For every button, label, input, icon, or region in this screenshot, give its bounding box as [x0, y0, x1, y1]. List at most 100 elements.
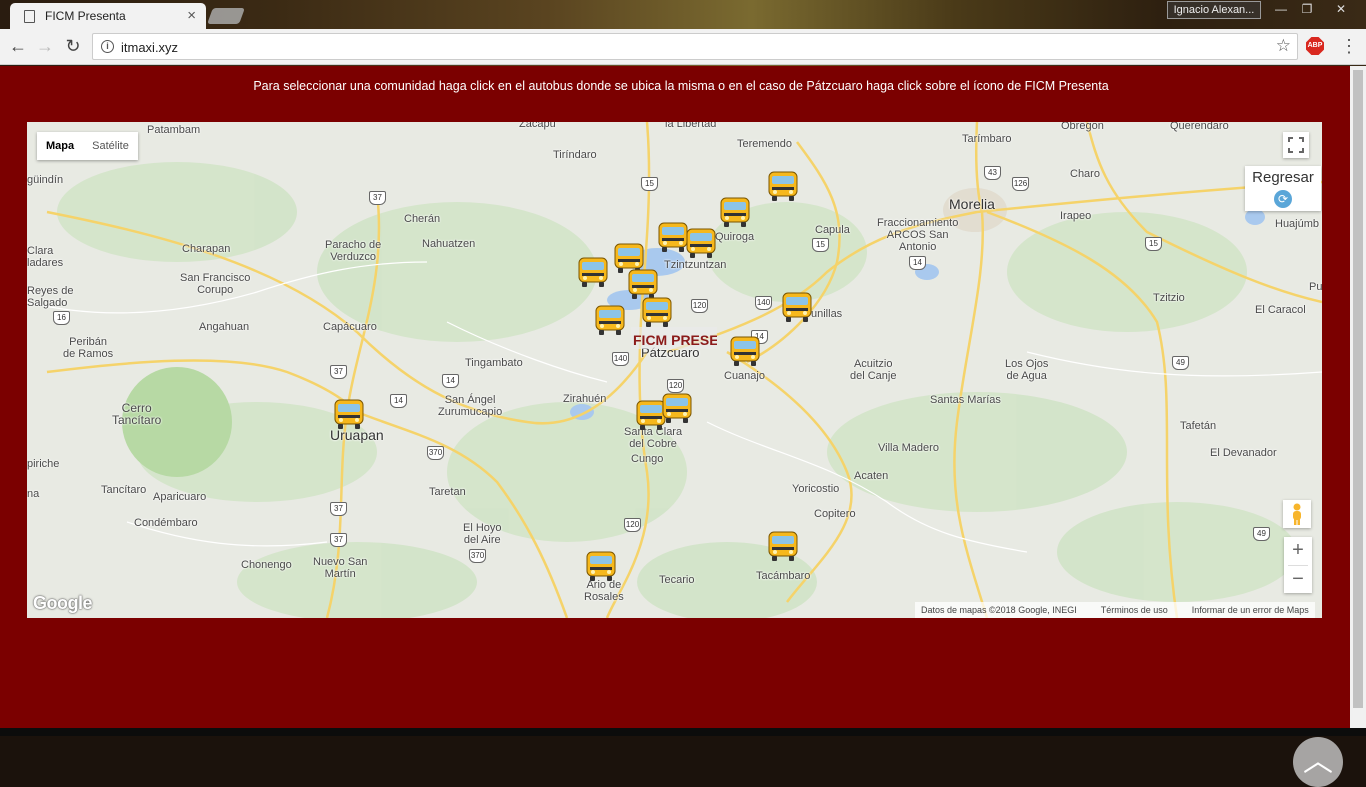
report-error-link[interactable]: Informar de un error de Maps [1192, 602, 1309, 618]
tab-close-icon[interactable]: × [187, 7, 196, 24]
route-shield: 140 [612, 352, 629, 366]
map-container[interactable]: Patambam Zacapu la Libertad Teremendo Ta… [27, 122, 1322, 618]
browser-chrome: FICM Presenta × Ignacio Alexan... — ❐ ✕ … [0, 0, 1366, 66]
place-label: Obregon [1061, 122, 1104, 132]
route-shield: 43 [984, 166, 1001, 180]
route-shield: 37 [330, 502, 347, 516]
fullscreen-icon [1288, 137, 1304, 153]
os-taskbar [0, 728, 1366, 736]
place-label: Acaten [854, 470, 889, 482]
browser-tab[interactable]: FICM Presenta × [10, 3, 206, 29]
scroll-to-top-button[interactable]: ︿ [1293, 737, 1343, 787]
back-arrow-icon[interactable]: ← [7, 35, 29, 57]
place-label: Clara ladares [27, 245, 64, 269]
place-label: Zirahuén [563, 393, 607, 405]
place-label: Cuanajo [724, 370, 765, 382]
place-label: Chonengo [241, 559, 292, 571]
route-shield: 120 [691, 299, 708, 313]
school-bus-icon[interactable] [592, 302, 628, 338]
place-label: Charapan [182, 243, 231, 255]
map-type-control: Mapa Satélite [37, 132, 138, 160]
route-shield: 15 [812, 238, 829, 252]
url-text[interactable]: itmaxi.xyz [121, 40, 178, 55]
page-scrollbar[interactable] [1350, 66, 1366, 728]
school-bus-icon[interactable] [583, 548, 619, 584]
place-label: Aparicuaro [153, 491, 207, 503]
place-label: Peribán de Ramos [63, 336, 114, 360]
place-label: Tafetán [1180, 420, 1217, 432]
place-label: Irapeo [1060, 210, 1092, 222]
restore-button[interactable]: ❐ [1292, 0, 1322, 18]
place-label: Santas Marías [930, 394, 1001, 406]
school-bus-icon[interactable] [659, 390, 695, 426]
map-type-map-button[interactable]: Mapa [37, 132, 83, 160]
zoom-out-button[interactable]: − [1284, 566, 1312, 594]
place-label: El Caracol [1255, 304, 1306, 316]
terms-link[interactable]: Términos de uso [1101, 602, 1168, 618]
route-shield: 126 [1012, 177, 1029, 191]
info-icon[interactable]: i [101, 40, 114, 53]
place-label: Los Ojos de Agua [1005, 358, 1049, 382]
place-label: Paracho de Verduzco [325, 239, 382, 263]
forward-arrow-icon[interactable]: → [34, 35, 56, 57]
page-body: Para seleccionar una comunidad haga clic… [0, 66, 1350, 787]
menu-kebab-icon[interactable]: ⋮ [1340, 35, 1358, 57]
place-label: San Ángel Zurumucapio [438, 394, 503, 418]
reload-icon[interactable]: ↻ [62, 35, 84, 57]
place-label: El Devanador [1210, 447, 1277, 459]
fullscreen-button[interactable] [1283, 132, 1309, 158]
zoom-control: + − [1284, 537, 1312, 593]
place-label: Tacámbaro [756, 570, 811, 582]
place-label: na [27, 488, 40, 500]
place-label: Querendaro [1170, 122, 1229, 132]
place-label: Tingambato [465, 357, 523, 369]
place-label: El Hoyo del Aire [463, 522, 502, 546]
place-label: Capácuaro [323, 321, 377, 333]
ficm-presenta-logo[interactable]: FICM PRESENTA [631, 323, 717, 351]
street-view-pegman[interactable] [1283, 500, 1311, 528]
place-label: Quiroga [715, 231, 755, 243]
google-logo[interactable]: Google [33, 593, 93, 614]
regresar-button[interactable]: Regresar ⟳ [1245, 166, 1321, 211]
close-window-button[interactable]: ✕ [1326, 0, 1356, 18]
route-shield: 120 [624, 518, 641, 532]
pegman-icon [1293, 503, 1301, 525]
route-shield: 14 [909, 256, 926, 270]
school-bus-icon[interactable] [575, 254, 611, 290]
place-label: piriche [27, 458, 60, 470]
school-bus-icon[interactable] [683, 225, 719, 261]
place-label: güindín [27, 174, 64, 186]
profile-button[interactable]: Ignacio Alexan... [1167, 1, 1261, 19]
place-label: Zacapu [519, 122, 556, 130]
adblock-icon[interactable]: ABP [1306, 37, 1324, 55]
route-shield: 37 [369, 191, 386, 205]
regresar-label: Regresar [1252, 169, 1314, 186]
school-bus-icon[interactable] [779, 289, 815, 325]
place-label: Morelia [949, 196, 995, 212]
place-label: Condémbaro [134, 517, 198, 529]
school-bus-icon[interactable] [727, 333, 763, 369]
place-label: Fraccionamiento ARCOS San Antonio [877, 217, 959, 253]
place-label: Cherán [404, 213, 441, 225]
address-bar[interactable]: i itmaxi.xyz ☆ [92, 33, 1298, 60]
scrollbar-thumb[interactable] [1353, 70, 1363, 708]
route-shield: 15 [641, 177, 658, 191]
zoom-in-button[interactable]: + [1284, 537, 1312, 565]
school-bus-icon[interactable] [331, 396, 367, 432]
place-label: Tecario [659, 574, 695, 586]
place-label: Cungo [631, 453, 664, 465]
school-bus-icon[interactable] [717, 194, 753, 230]
place-label: Charo [1070, 168, 1100, 180]
bookmark-star-icon[interactable]: ☆ [1276, 36, 1291, 56]
new-tab-button[interactable] [207, 8, 245, 24]
school-bus-icon[interactable] [765, 168, 801, 204]
route-shield: 16 [53, 311, 70, 325]
place-label: la Libertad [665, 122, 717, 130]
place-label: San Francisco Corupo [180, 272, 251, 296]
map-type-satellite-button[interactable]: Satélite [83, 132, 138, 160]
route-shield: 14 [442, 374, 459, 388]
route-shield: 49 [1253, 527, 1270, 541]
school-bus-icon[interactable] [765, 528, 801, 564]
place-label: Huajúmb [1275, 218, 1320, 230]
refresh-icon: ⟳ [1274, 190, 1292, 208]
